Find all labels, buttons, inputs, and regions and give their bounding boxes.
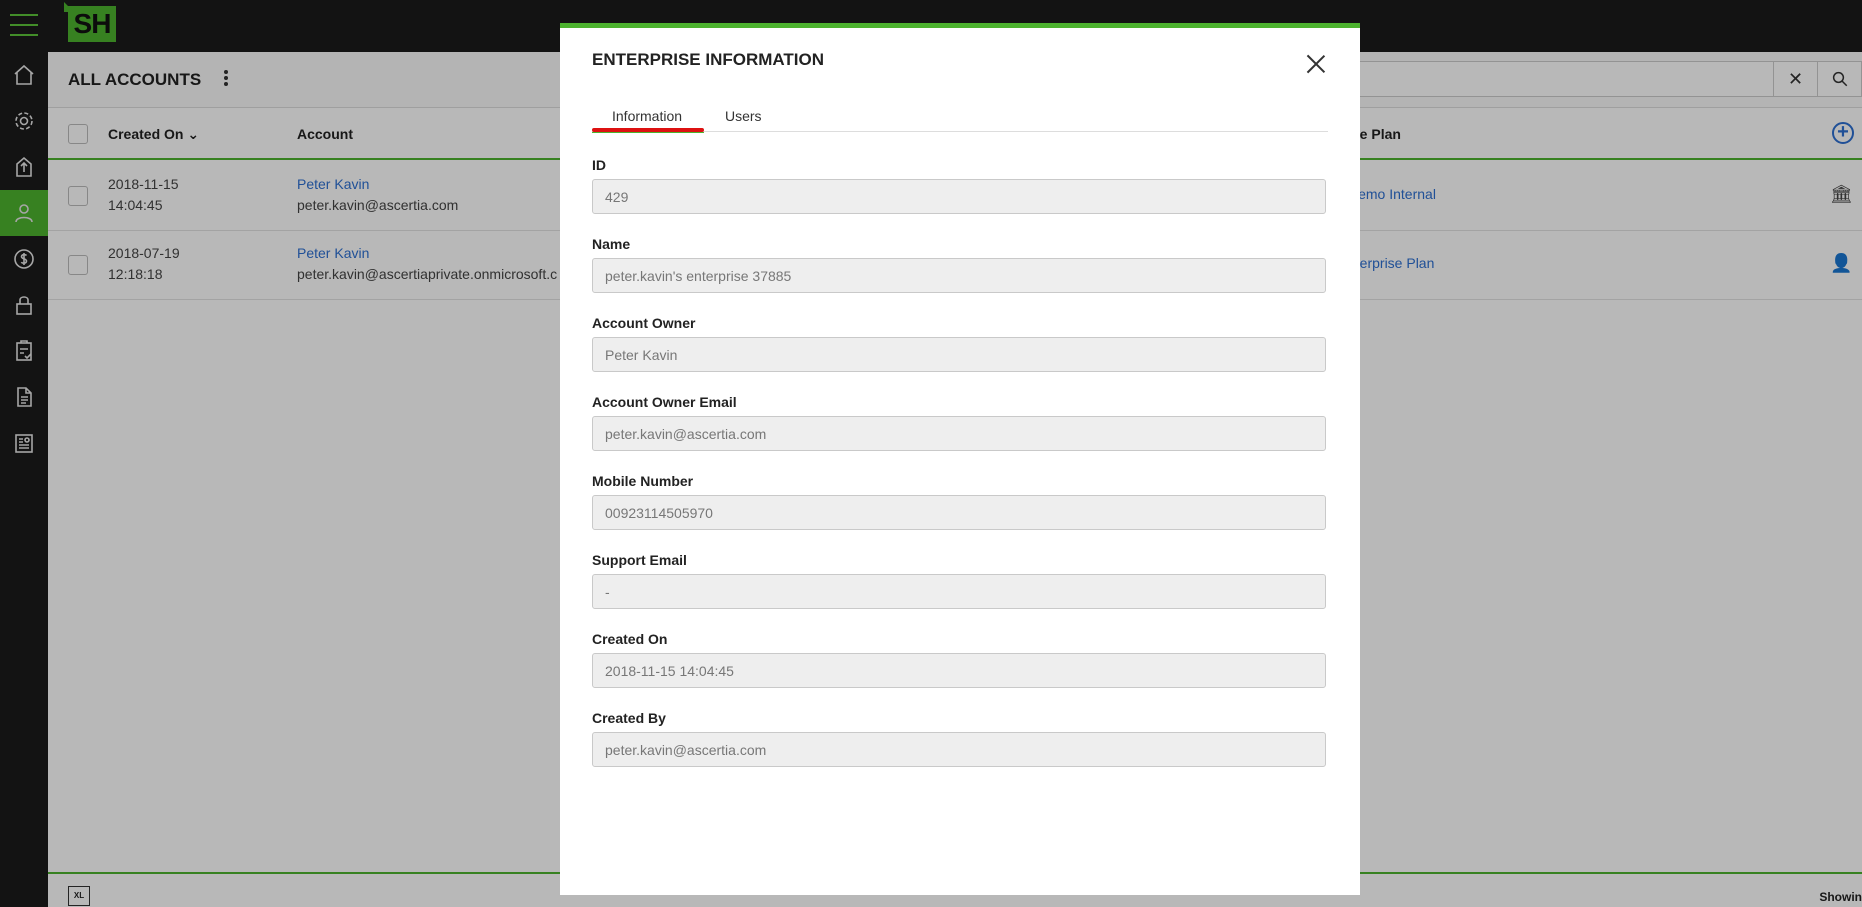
active-tab-indicator-accent bbox=[592, 132, 704, 133]
created-by-field[interactable] bbox=[592, 732, 1326, 767]
name-label: Name bbox=[592, 236, 631, 252]
support-email-label: Support Email bbox=[592, 552, 687, 568]
created-on-label: Created On bbox=[592, 631, 668, 647]
dialog-tabs: Information Users bbox=[592, 100, 1328, 133]
account-owner-email-label: Account Owner Email bbox=[592, 394, 737, 410]
tab-information[interactable]: Information bbox=[612, 108, 682, 124]
support-email-field[interactable] bbox=[592, 574, 1326, 609]
account-owner-field[interactable] bbox=[592, 337, 1326, 372]
tab-users[interactable]: Users bbox=[725, 108, 762, 124]
created-on-field[interactable] bbox=[592, 653, 1326, 688]
id-field[interactable] bbox=[592, 179, 1326, 214]
close-dialog-icon[interactable] bbox=[1302, 50, 1330, 78]
account-owner-label: Account Owner bbox=[592, 315, 696, 331]
name-field[interactable] bbox=[592, 258, 1326, 293]
mobile-number-label: Mobile Number bbox=[592, 473, 694, 489]
enterprise-information-dialog: ENTERPRISE INFORMATION Information Users… bbox=[560, 23, 1360, 895]
created-by-label: Created By bbox=[592, 710, 666, 726]
account-owner-email-field[interactable] bbox=[592, 416, 1326, 451]
mobile-number-field[interactable] bbox=[592, 495, 1326, 530]
dialog-title: ENTERPRISE INFORMATION bbox=[592, 50, 825, 69]
id-label: ID bbox=[592, 157, 606, 173]
